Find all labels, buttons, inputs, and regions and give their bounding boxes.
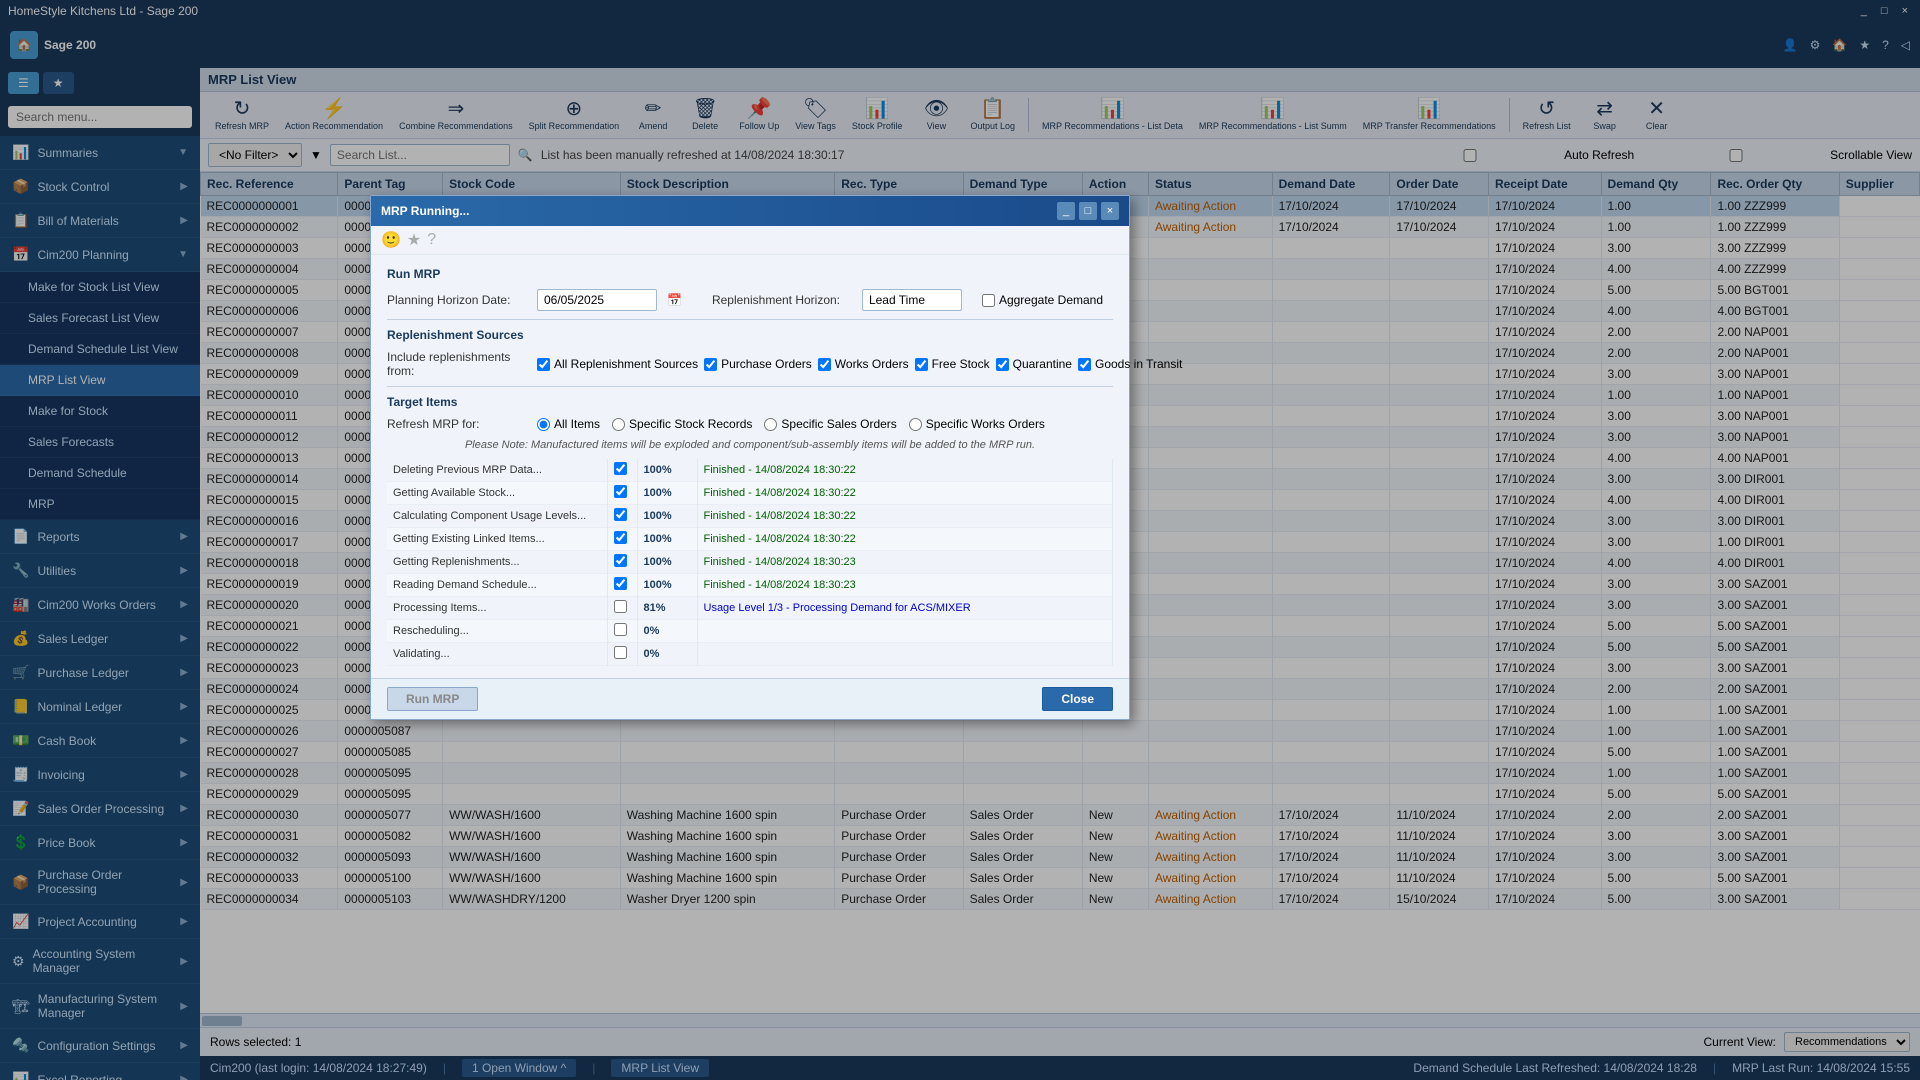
progress-percent: 100%: [637, 505, 697, 528]
progress-checkbox[interactable]: [614, 485, 627, 498]
progress-status: Finished - 14/08/2024 18:30:22: [697, 482, 1113, 505]
progress-percent: 0%: [637, 643, 697, 666]
progress-status: Finished - 14/08/2024 18:30:22: [697, 459, 1113, 482]
progress-checkbox[interactable]: [614, 508, 627, 521]
modal-titlebar: MRP Running... _ □ ×: [371, 196, 1129, 226]
progress-status: [697, 620, 1113, 643]
replenishment-horizon-input[interactable]: [862, 289, 962, 311]
progress-status: Usage Level 1/3 - Processing Demand for …: [697, 597, 1113, 620]
progress-label: Validating...: [387, 643, 607, 666]
progress-checkbox[interactable]: [614, 462, 627, 475]
aggregate-demand-checkbox[interactable]: [982, 294, 995, 307]
modal-footer: Run MRP Close: [371, 678, 1129, 719]
progress-table: Deleting Previous MRP Data...100%Finishe…: [387, 459, 1113, 666]
progress-percent: 81%: [637, 597, 697, 620]
modal-close-button[interactable]: ×: [1101, 202, 1119, 220]
refresh-mrp-for-label: Refresh MRP for:: [387, 417, 527, 431]
progress-status: Finished - 14/08/2024 18:30:23: [697, 551, 1113, 574]
planning-horizon-label: Planning Horizon Date:: [387, 293, 527, 307]
progress-percent: 100%: [637, 482, 697, 505]
modal-maximize-button[interactable]: □: [1079, 202, 1097, 220]
progress-checkbox[interactable]: [614, 623, 627, 636]
target-items-radio-group: All Items Specific Stock Records Specifi…: [537, 417, 1045, 431]
progress-row: Calculating Component Usage Levels... 100…: [387, 505, 1113, 528]
goods-in-transit-label[interactable]: Goods in Transit: [1078, 357, 1182, 371]
specific-works-radio[interactable]: [909, 418, 922, 431]
progress-label: Reading Demand Schedule...: [387, 574, 607, 597]
modal-title: Run MRP: [387, 267, 1113, 281]
all-items-radio-label[interactable]: All Items: [537, 417, 600, 431]
works-orders-checkbox[interactable]: [818, 358, 831, 371]
progress-percent: 0%: [637, 620, 697, 643]
progress-checkbox[interactable]: [614, 646, 627, 659]
specific-sales-radio[interactable]: [764, 418, 777, 431]
progress-label: Rescheduling...: [387, 620, 607, 643]
progress-percent: 100%: [637, 551, 697, 574]
purchase-orders-label[interactable]: Purchase Orders: [704, 357, 812, 371]
progress-status: Finished - 14/08/2024 18:30:22: [697, 528, 1113, 551]
quarantine-label[interactable]: Quarantine: [996, 357, 1072, 371]
progress-row: Getting Available Stock... 100%Finished -…: [387, 482, 1113, 505]
progress-percent: 100%: [637, 574, 697, 597]
specific-stock-radio[interactable]: [612, 418, 625, 431]
replenishment-checkboxes: All Replenishment Sources Purchase Order…: [537, 357, 1182, 371]
progress-row: Validating... 0%: [387, 643, 1113, 666]
aggregate-demand-checkbox-label[interactable]: Aggregate Demand: [982, 293, 1103, 307]
modal-overlay: MRP Running... _ □ × 🙂 ★ ? Run MRP Plann…: [0, 0, 1920, 1080]
include-replenishments-row: Include replenishments from: All Repleni…: [387, 350, 1113, 378]
run-mrp-button[interactable]: Run MRP: [387, 687, 478, 711]
modal-titlebar-buttons: _ □ ×: [1057, 202, 1119, 220]
progress-row: Processing Items... 81%Usage Level 1/3 - …: [387, 597, 1113, 620]
note-text: Please Note: Manufactured items will be …: [387, 439, 1113, 451]
all-replenishment-sources-checkbox[interactable]: [537, 358, 550, 371]
all-replenishment-sources-label[interactable]: All Replenishment Sources: [537, 357, 698, 371]
planning-horizon-row: Planning Horizon Date: 📅 Replenishment H…: [387, 289, 1113, 311]
progress-checkbox[interactable]: [614, 577, 627, 590]
progress-label: Getting Available Stock...: [387, 482, 607, 505]
emoji-face-icon: 🙂: [381, 230, 401, 250]
progress-label: Deleting Previous MRP Data...: [387, 459, 607, 482]
works-orders-label[interactable]: Works Orders: [818, 357, 909, 371]
progress-status: Finished - 14/08/2024 18:30:22: [697, 505, 1113, 528]
free-stock-checkbox[interactable]: [915, 358, 928, 371]
progress-label: Getting Replenishments...: [387, 551, 607, 574]
specific-works-radio-label[interactable]: Specific Works Orders: [909, 417, 1045, 431]
refresh-mrp-for-row: Refresh MRP for: All Items Specific Stoc…: [387, 417, 1113, 431]
progress-label: Calculating Component Usage Levels...: [387, 505, 607, 528]
calendar-icon[interactable]: 📅: [667, 293, 682, 307]
progress-checkbox[interactable]: [614, 554, 627, 567]
planning-horizon-input[interactable]: [537, 289, 657, 311]
progress-row: Getting Replenishments... 100%Finished - …: [387, 551, 1113, 574]
progress-row: Deleting Previous MRP Data... 100%Finishe…: [387, 459, 1113, 482]
quarantine-checkbox[interactable]: [996, 358, 1009, 371]
replenishment-sources-title: Replenishment Sources: [387, 328, 1113, 342]
progress-label: Getting Existing Linked Items...: [387, 528, 607, 551]
modal-body: Run MRP Planning Horizon Date: 📅 Repleni…: [371, 255, 1129, 678]
progress-percent: 100%: [637, 459, 697, 482]
specific-stock-radio-label[interactable]: Specific Stock Records: [612, 417, 752, 431]
modal-status-header: MRP Running...: [381, 204, 469, 218]
progress-status: Finished - 14/08/2024 18:30:23: [697, 574, 1113, 597]
progress-status: [697, 643, 1113, 666]
run-mrp-modal: MRP Running... _ □ × 🙂 ★ ? Run MRP Plann…: [370, 195, 1130, 720]
goods-in-transit-checkbox[interactable]: [1078, 358, 1091, 371]
progress-row: Rescheduling... 0%: [387, 620, 1113, 643]
help-modal-icon[interactable]: ?: [427, 231, 436, 249]
modal-minimize-button[interactable]: _: [1057, 202, 1075, 220]
free-stock-label[interactable]: Free Stock: [915, 357, 990, 371]
include-from-label: Include replenishments from:: [387, 350, 527, 378]
replenishment-horizon-label: Replenishment Horizon:: [712, 293, 852, 307]
progress-checkbox[interactable]: [614, 600, 627, 613]
target-items-title: Target Items: [387, 395, 1113, 409]
progress-row: Reading Demand Schedule... 100%Finished -…: [387, 574, 1113, 597]
star-modal-icon[interactable]: ★: [407, 230, 421, 250]
progress-row: Getting Existing Linked Items... 100%Fini…: [387, 528, 1113, 551]
progress-checkbox[interactable]: [614, 531, 627, 544]
progress-percent: 100%: [637, 528, 697, 551]
purchase-orders-checkbox[interactable]: [704, 358, 717, 371]
progress-label: Processing Items...: [387, 597, 607, 620]
close-modal-button[interactable]: Close: [1042, 687, 1113, 711]
all-items-radio[interactable]: [537, 418, 550, 431]
specific-sales-radio-label[interactable]: Specific Sales Orders: [764, 417, 896, 431]
